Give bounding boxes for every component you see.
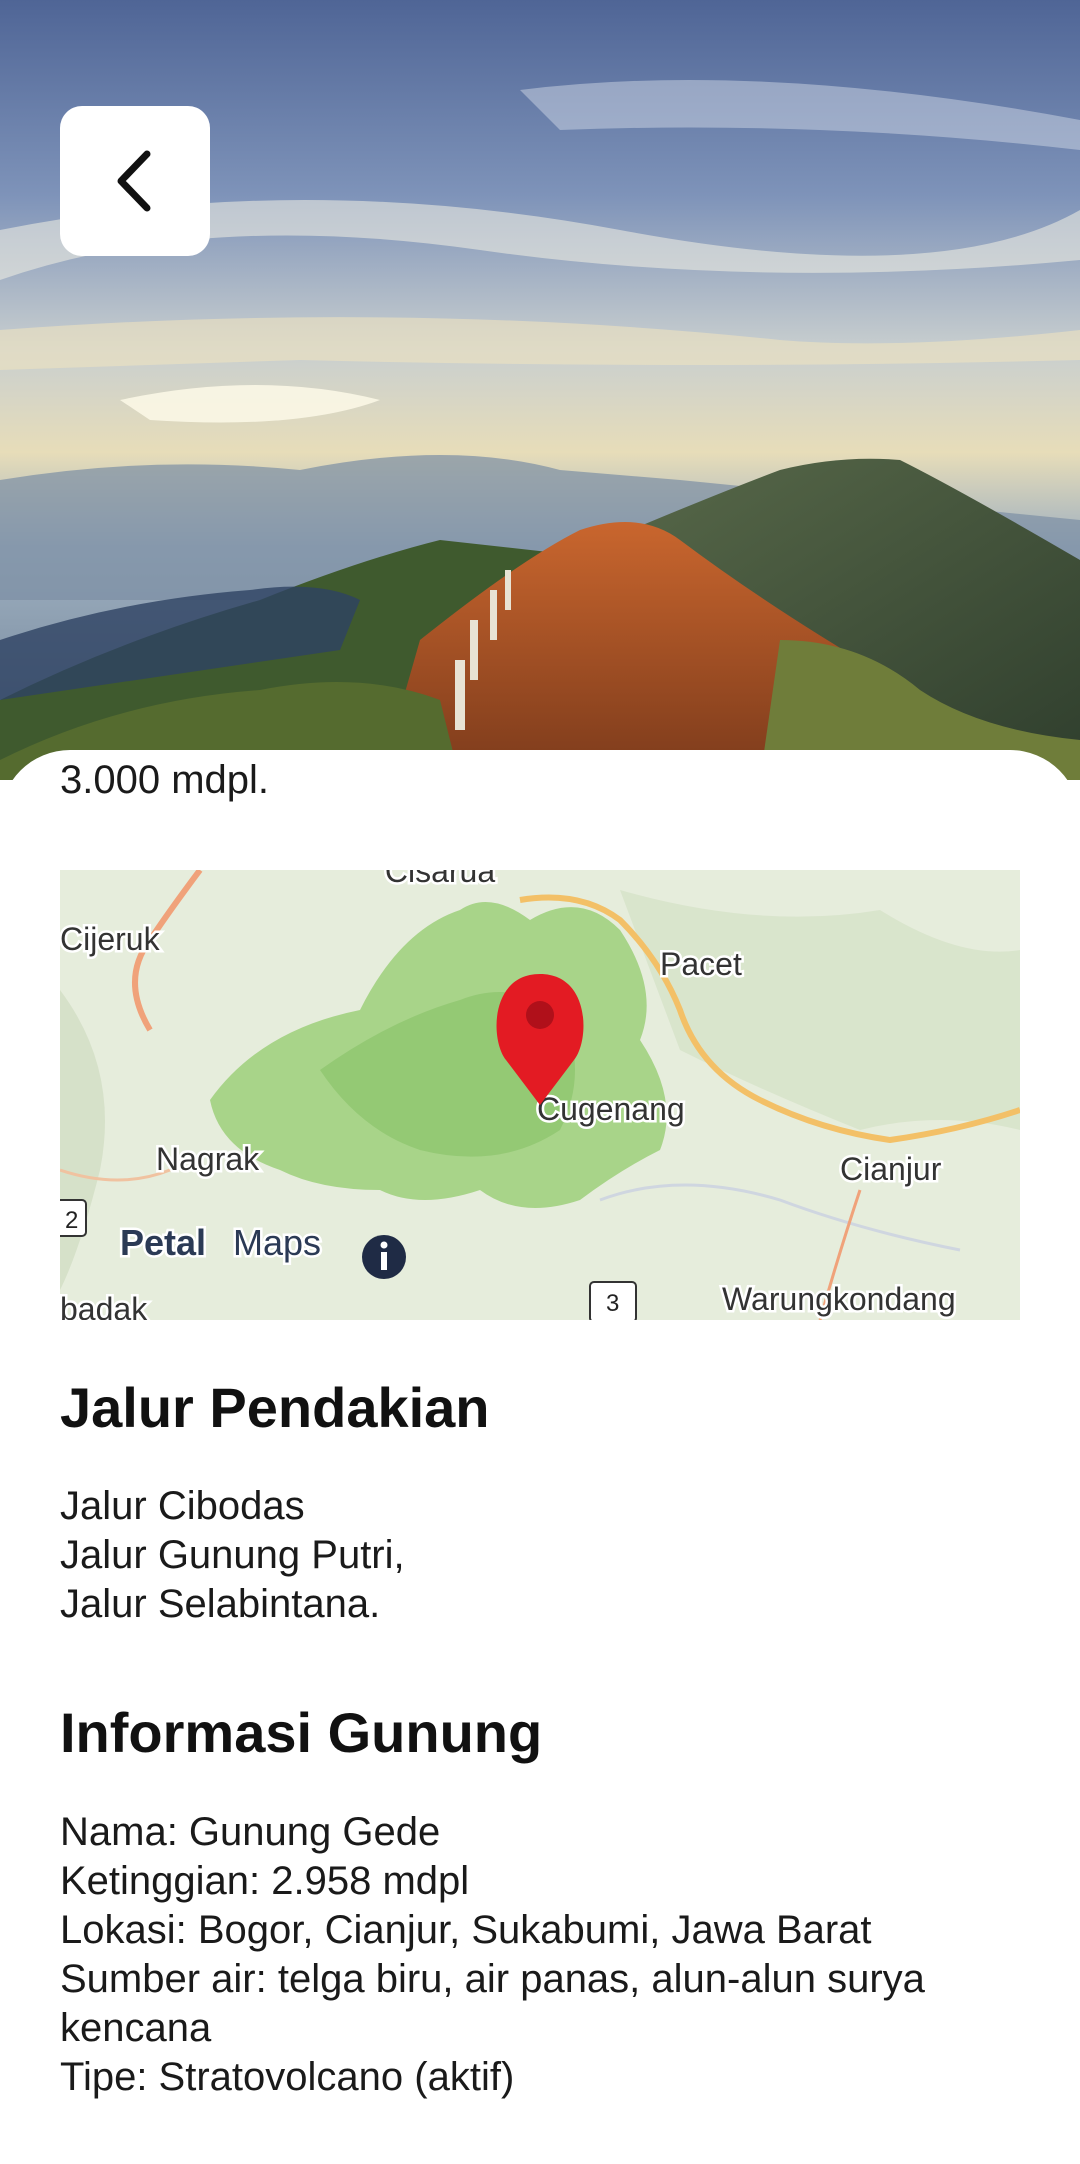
back-button[interactable] (60, 106, 210, 256)
trails-section-title: Jalur Pendakian (60, 1376, 490, 1439)
map-label-cisarua: Cisarua (385, 870, 495, 889)
info-name: Nama: Gunung Gede (60, 1810, 441, 1854)
info-location: Lokasi: Bogor, Cianjur, Sukabumi, Jawa B… (60, 1908, 872, 1952)
chevron-left-icon (117, 150, 151, 212)
map-label-cijeruk: Cijeruk (60, 921, 161, 957)
map-road-shield-3: 3 (606, 1290, 619, 1317)
location-map[interactable]: Cisarua Cijeruk Pacet Cugenang Nagrak Ci… (60, 870, 1020, 1320)
info-water-source: Sumber air: telga biru, air panas, alun-… (60, 1957, 925, 2050)
info-type: Tipe: Stratovolcano (aktif) (60, 2055, 515, 2099)
description-partial-line: 3.000 mdpl. (60, 758, 270, 802)
map-brand-maps: Maps (233, 1222, 321, 1263)
trail-item: Jalur Selabintana. (60, 1582, 381, 1626)
trail-item: Jalur Cibodas (60, 1484, 305, 1528)
trails-list: Jalur Cibodas Jalur Gunung Putri, Jalur … (60, 1482, 1030, 1629)
description-text: 3.000 mdpl. (60, 756, 1020, 805)
mountain-detail-screen: 3.000 mdpl. Cisarua Cijeruk Pacet Cugena… (0, 0, 1080, 2164)
mountain-info-section-title: Informasi Gunung (60, 1701, 543, 1764)
map-brand-petal: Petal (120, 1222, 206, 1263)
map-label-warungkondang: Warungkondang (722, 1281, 956, 1317)
map-label-badak: badak (60, 1291, 148, 1320)
map-label-nagrak: Nagrak (156, 1141, 260, 1177)
map-label-cianjur: Cianjur (840, 1151, 942, 1187)
map-label-pacet: Pacet (660, 946, 742, 982)
info-elevation: Ketinggian: 2.958 mdpl (60, 1859, 470, 1903)
mountain-info-list: Nama: Gunung Gede Ketinggian: 2.958 mdpl… (60, 1808, 1030, 2102)
map-label-cugenang: Cugenang (537, 1091, 685, 1127)
detail-sheet: 3.000 mdpl. Cisarua Cijeruk Pacet Cugena… (0, 750, 1080, 2164)
map-road-shield-2: 2 (65, 1207, 78, 1234)
info-icon[interactable] (362, 1235, 406, 1279)
trail-item: Jalur Gunung Putri, (60, 1533, 405, 1577)
